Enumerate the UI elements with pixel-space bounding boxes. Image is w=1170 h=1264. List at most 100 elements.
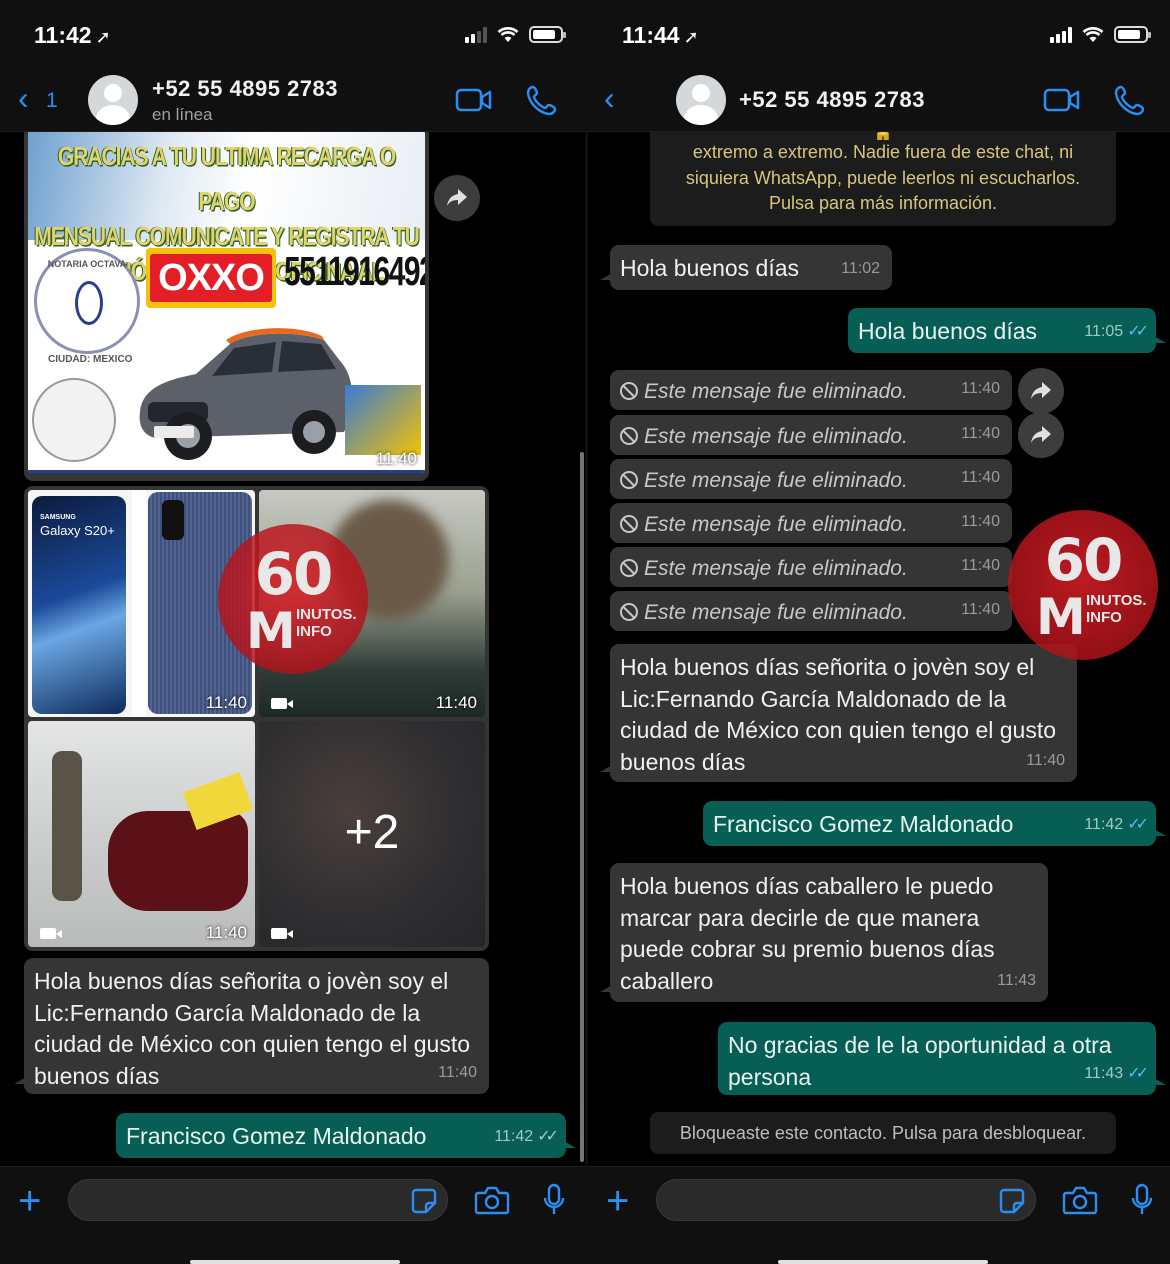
media-tile-video-2[interactable]: 11:40 bbox=[28, 721, 255, 947]
deleted-icon bbox=[620, 515, 638, 533]
deleted-message[interactable]: Este mensaje fue eliminado. 11:40 bbox=[610, 503, 1012, 543]
status-time: 11:42 ➚ bbox=[34, 22, 111, 48]
watermark-text-2: INFO bbox=[1086, 609, 1122, 626]
message-time: 11:43 bbox=[997, 971, 1036, 989]
deleted-message[interactable]: Este mensaje fue eliminado. 11:40 bbox=[610, 591, 1012, 631]
contact-name[interactable]: +52 55 4895 2783 bbox=[152, 76, 338, 102]
message-time: 11:42 bbox=[494, 1127, 534, 1145]
watermark-logo: 60 M INUTOS. INFO bbox=[1008, 510, 1158, 660]
back-unread-count[interactable]: 1 bbox=[46, 89, 58, 113]
message-time: 11:40 bbox=[1026, 751, 1065, 769]
status-bar: 11:44 ➚ bbox=[588, 0, 1170, 70]
message-meta: 11:40 bbox=[961, 594, 1000, 626]
message-time: 11:40 bbox=[438, 1063, 477, 1081]
microphone-icon[interactable] bbox=[1130, 1183, 1154, 1217]
message-meta: 11:43 bbox=[997, 965, 1036, 997]
chat-area[interactable]: 🔒 extremo a extremo. Nadie fuera de este… bbox=[588, 132, 1170, 1166]
read-ticks-icon: ✓✓ bbox=[1127, 815, 1149, 833]
status-bar: 11:42 ➚ bbox=[0, 0, 585, 70]
delivered-ticks-icon: ✓✓ bbox=[537, 1127, 559, 1145]
deleted-icon bbox=[620, 382, 638, 400]
outgoing-message[interactable]: Francisco Gomez Maldonado 11:42 ✓✓ bbox=[703, 801, 1166, 846]
watermark-number: 60 bbox=[1044, 526, 1124, 594]
message-text: Este mensaje fue eliminado. bbox=[644, 513, 908, 536]
watermark-logo: 60 M INUTOS. INFO bbox=[218, 524, 368, 674]
message-time: 11:40 bbox=[205, 693, 247, 712]
seal-emblem bbox=[75, 281, 103, 325]
avatar[interactable] bbox=[676, 75, 726, 125]
deleted-message[interactable]: Este mensaje fue eliminado. 11:40 bbox=[610, 547, 1012, 587]
image-message[interactable]: GRACIAS A TU ULTIMA RECARGA O PAGO MENSU… bbox=[24, 132, 429, 481]
microphone-icon[interactable] bbox=[542, 1183, 566, 1217]
incoming-message[interactable]: Hola buenos días caballero le puedo marc… bbox=[600, 863, 1048, 1002]
forward-button[interactable] bbox=[1018, 412, 1064, 458]
avatar[interactable] bbox=[88, 75, 138, 125]
promo-image[interactable]: GRACIAS A TU ULTIMA RECARGA O PAGO MENSU… bbox=[28, 132, 425, 473]
video-call-icon[interactable] bbox=[1043, 88, 1081, 112]
contact-name[interactable]: +52 55 4895 2783 bbox=[739, 87, 925, 113]
signal-icon bbox=[465, 26, 487, 43]
encryption-line-2: siquiera WhatsApp, puede leerlos ni escu… bbox=[685, 167, 1081, 188]
video-icon bbox=[40, 928, 56, 939]
chevron-left-icon[interactable]: ‹ bbox=[18, 82, 29, 114]
model-label: Galaxy S20+ bbox=[40, 523, 115, 538]
message-input[interactable] bbox=[656, 1179, 1036, 1221]
message-text: Hola buenos días señorita o jovèn soy el… bbox=[34, 968, 471, 1089]
forward-icon bbox=[1031, 382, 1051, 399]
signal-icon bbox=[1050, 26, 1072, 43]
plus-icon[interactable]: + bbox=[18, 1181, 41, 1221]
message-time: 11:02 bbox=[841, 259, 880, 277]
message-meta: 11:02 bbox=[841, 253, 880, 285]
message-meta: 11:40 bbox=[1026, 745, 1065, 777]
message-text: Francisco Gomez Maldonado bbox=[126, 1123, 427, 1149]
camera-icon[interactable] bbox=[1062, 1185, 1098, 1215]
forward-icon bbox=[447, 189, 467, 206]
watermark-letter: M bbox=[246, 602, 296, 660]
video-call-icon[interactable] bbox=[455, 88, 493, 112]
watermark-text: INUTOS. INFO bbox=[296, 606, 357, 640]
forward-button[interactable] bbox=[434, 175, 480, 221]
car-image bbox=[139, 328, 353, 460]
left-phone-screen: 11:42 ➚ ‹ 1 +52 55 4895 2783 en línea GRA… bbox=[0, 0, 585, 1264]
sticker-icon[interactable] bbox=[410, 1187, 438, 1215]
forward-button[interactable] bbox=[1018, 368, 1064, 414]
deleted-message[interactable]: Este mensaje fue eliminado. 11:40 bbox=[610, 370, 1012, 410]
chevron-left-icon[interactable]: ‹ bbox=[604, 82, 615, 114]
message-text: Hola buenos días caballero le puedo marc… bbox=[620, 873, 995, 994]
promo-phone-number: 5511916492 bbox=[284, 250, 425, 295]
chat-area[interactable]: GRACIAS A TU ULTIMA RECARGA O PAGO MENSU… bbox=[0, 132, 585, 1166]
scrollbar[interactable] bbox=[580, 452, 584, 1162]
incoming-message[interactable]: Hola buenos días señorita o jovèn soy el… bbox=[600, 644, 1077, 782]
deleted-message[interactable]: Este mensaje fue eliminado. 11:40 bbox=[610, 415, 1012, 455]
deleted-message[interactable]: Este mensaje fue eliminado. 11:40 bbox=[610, 459, 1012, 499]
video-icon bbox=[271, 698, 287, 709]
incoming-message[interactable]: Hola buenos días 11:02 bbox=[600, 245, 892, 290]
plus-icon[interactable]: + bbox=[606, 1181, 629, 1221]
notary-seal: NOTARIA OCTAVA bbox=[34, 248, 140, 354]
media-tile-more[interactable]: +2 bbox=[259, 721, 485, 947]
outgoing-message[interactable]: Francisco Gomez Maldonado 11:42 ✓✓ bbox=[116, 1113, 576, 1158]
message-input[interactable] bbox=[68, 1179, 448, 1221]
brand-label: SAMSUNG bbox=[40, 514, 76, 521]
outgoing-message[interactable]: Hola buenos días 11:05 ✓✓ bbox=[848, 308, 1166, 353]
input-bar: + bbox=[588, 1166, 1170, 1264]
chat-header: ‹ +52 55 4895 2783 bbox=[588, 70, 1170, 132]
watermark-number: 60 bbox=[254, 540, 334, 608]
message-text: No gracias de le la oportunidad a otra p… bbox=[728, 1032, 1112, 1090]
promo-line-1: GRACIAS A TU ULTIMA RECARGA O PAGO bbox=[57, 142, 396, 217]
sticker-icon[interactable] bbox=[998, 1187, 1026, 1215]
deleted-icon bbox=[620, 603, 638, 621]
incoming-message[interactable]: Hola buenos días señorita o jovèn soy el… bbox=[14, 958, 489, 1094]
status-icons bbox=[1050, 26, 1151, 43]
encryption-notice[interactable]: 🔒 extremo a extremo. Nadie fuera de este… bbox=[650, 132, 1116, 226]
seal-city: CIUDAD: MEXICO bbox=[48, 354, 133, 365]
phone-call-icon[interactable] bbox=[526, 84, 558, 116]
camera-icon[interactable] bbox=[474, 1185, 510, 1215]
status-icons bbox=[465, 26, 566, 43]
outgoing-message[interactable]: No gracias de le la oportunidad a otra p… bbox=[718, 1022, 1166, 1095]
message-time: 11:40 bbox=[961, 512, 1000, 530]
message-time: 11:40 bbox=[435, 693, 477, 712]
phone-call-icon[interactable] bbox=[1114, 84, 1146, 116]
blocked-notice[interactable]: Bloqueaste este contacto. Pulsa para des… bbox=[650, 1112, 1116, 1154]
message-meta: 11:40 bbox=[438, 1057, 477, 1089]
